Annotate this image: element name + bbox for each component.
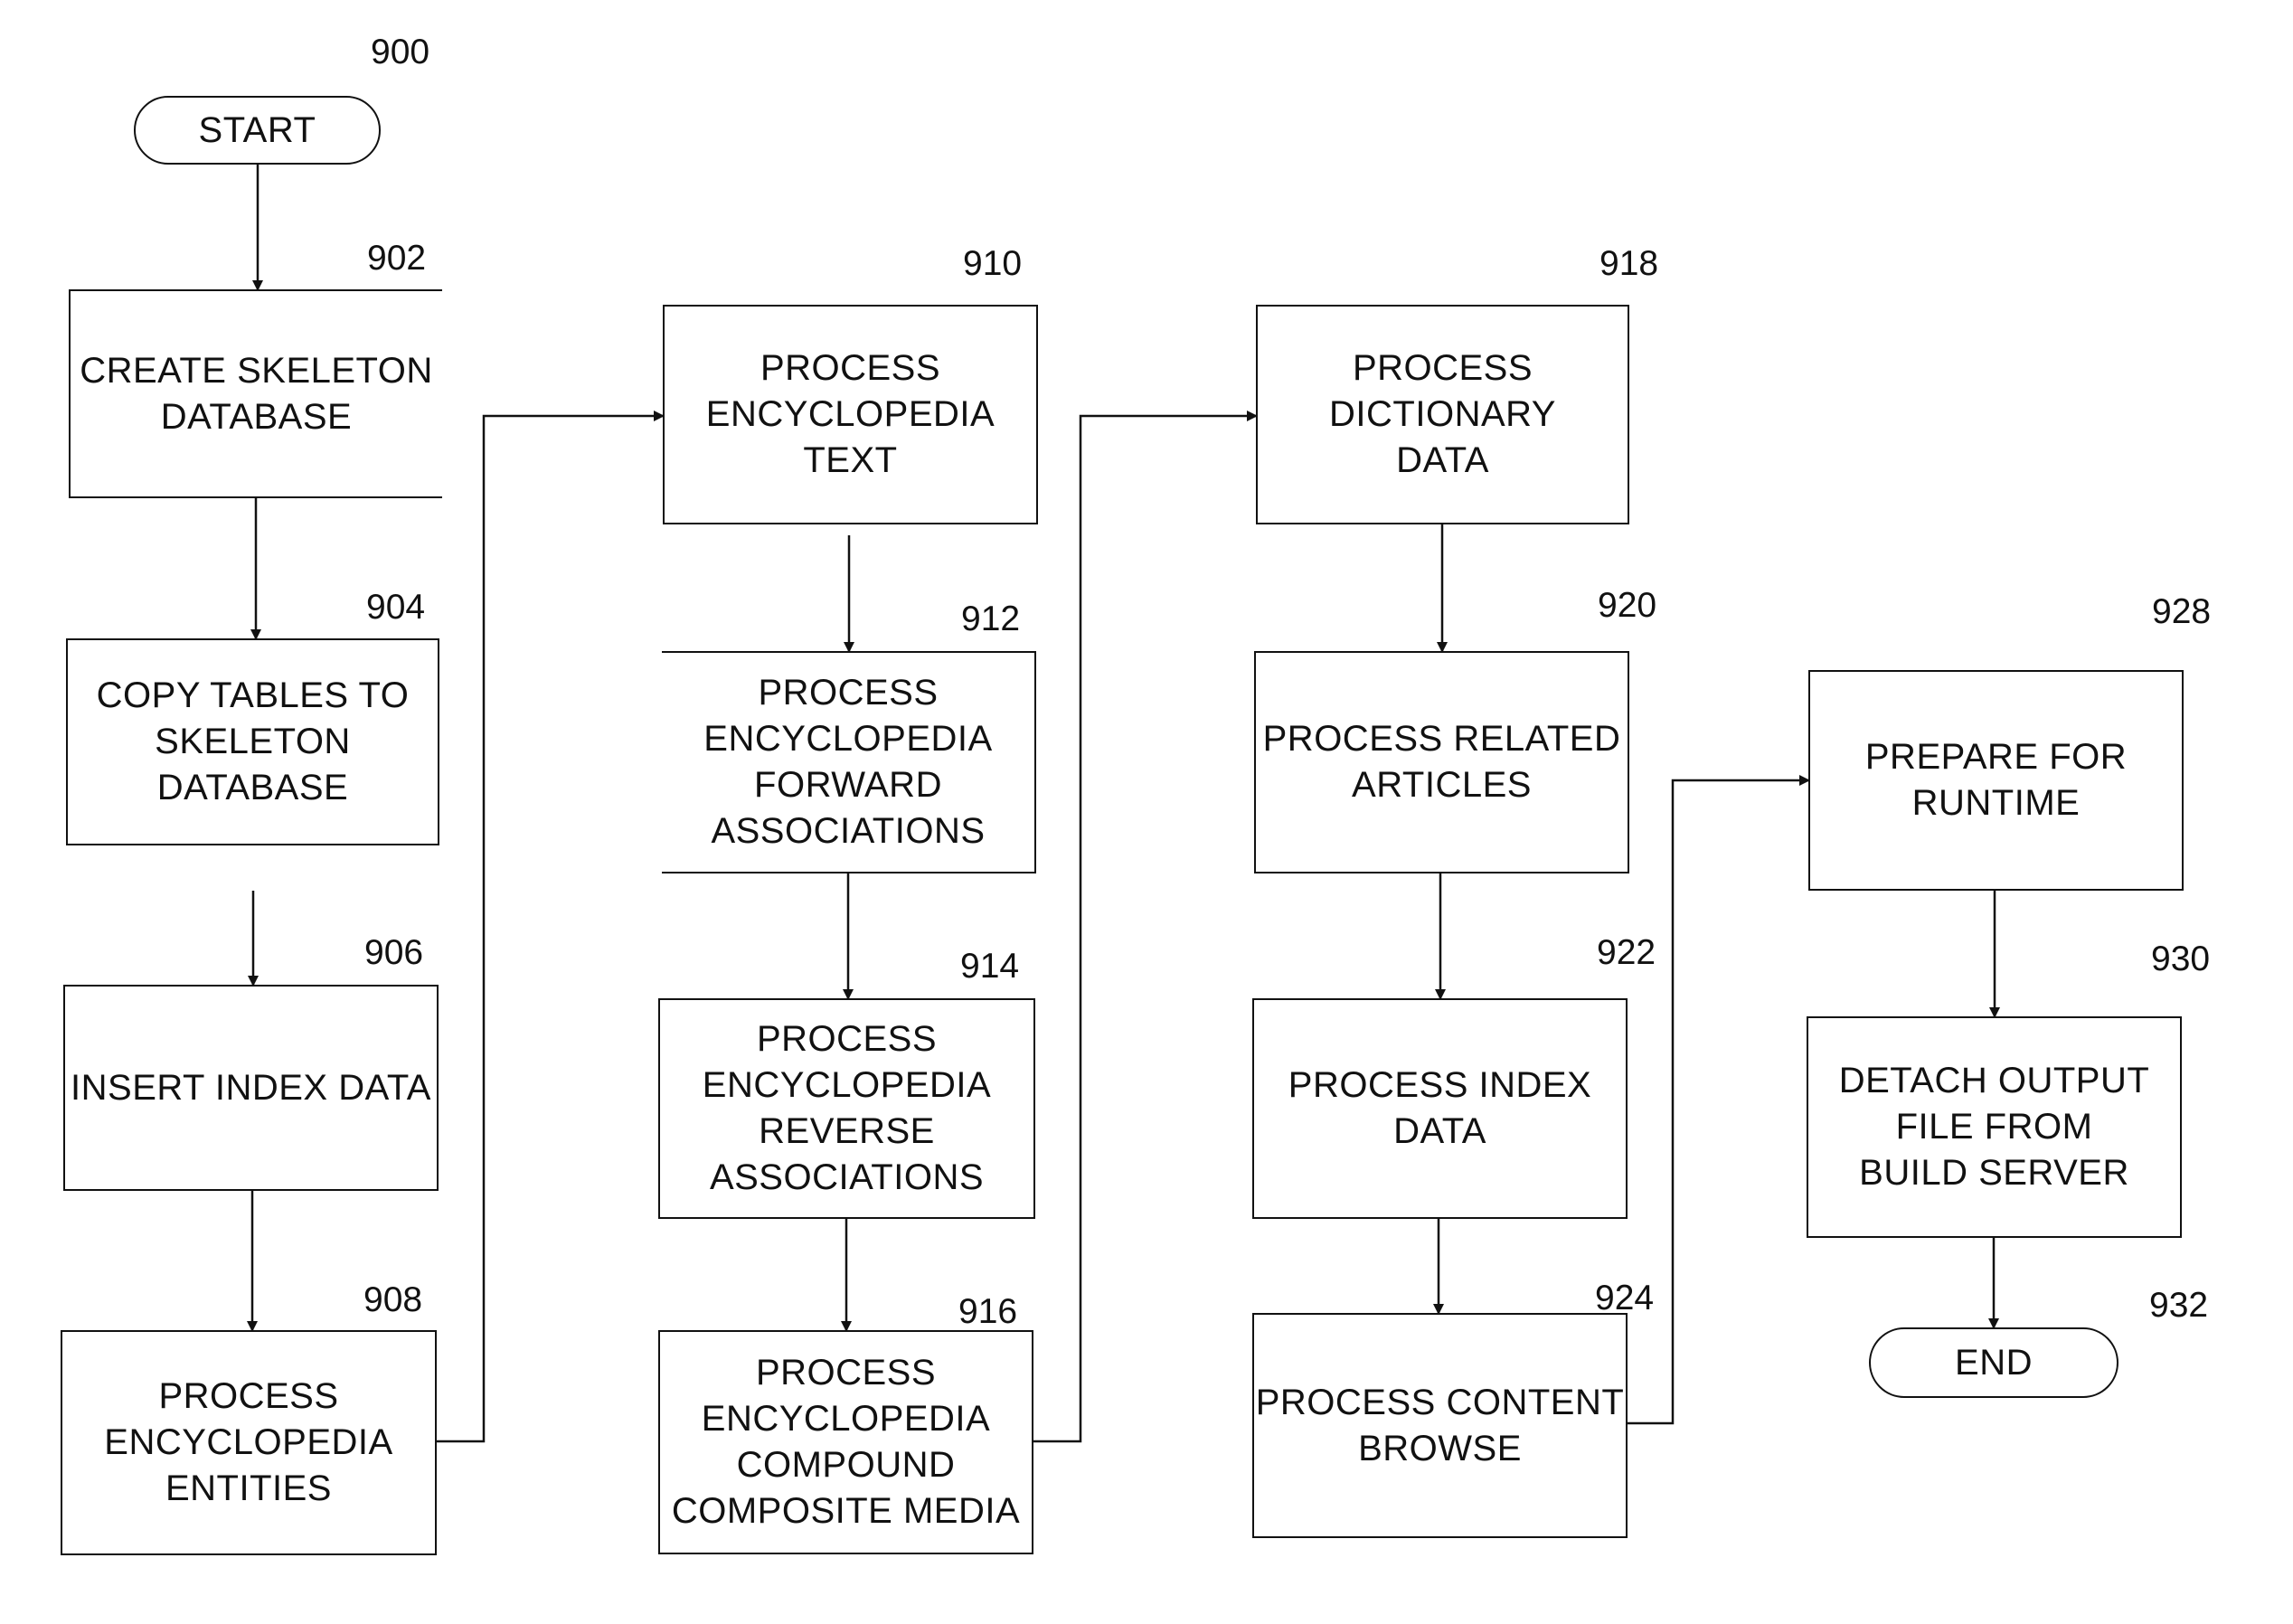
node-label: PROCESS ENCYCLOPEDIA ENTITIES bbox=[104, 1376, 393, 1508]
step-908-process-encyclopedia-entities: PROCESS ENCYCLOPEDIA ENTITIES bbox=[61, 1330, 437, 1555]
ref-900: 900 bbox=[371, 33, 430, 71]
step-930-detach-output-file: DETACH OUTPUT FILE FROM BUILD SERVER bbox=[1807, 1016, 2182, 1238]
step-928-prepare-for-runtime: PREPARE FOR RUNTIME bbox=[1808, 670, 2184, 891]
node-label: PROCESS ENCYCLOPEDIA FORWARD ASSOCIATION… bbox=[703, 673, 993, 851]
ref-918: 918 bbox=[1599, 244, 1659, 283]
step-922-process-index-data: PROCESS INDEX DATA bbox=[1252, 998, 1628, 1219]
node-label: PROCESS ENCYCLOPEDIA TEXT bbox=[705, 348, 996, 480]
node-label: CREATE SKELETON DATABASE bbox=[80, 350, 433, 437]
connector-908-to-910 bbox=[437, 411, 665, 1443]
node-label: PROCESS ENCYCLOPEDIA COMPOUND COMPOSITE … bbox=[671, 1353, 1021, 1531]
step-912-forward-associations: PROCESS ENCYCLOPEDIA FORWARD ASSOCIATION… bbox=[662, 651, 1036, 873]
node-label: END bbox=[1955, 1342, 2033, 1383]
ref-904: 904 bbox=[366, 588, 426, 627]
ref-920: 920 bbox=[1598, 586, 1657, 625]
node-label: COPY TABLES TO SKELETON DATABASE bbox=[96, 675, 410, 807]
ref-922: 922 bbox=[1597, 933, 1656, 972]
node-label: PROCESS RELATED ARTICLES bbox=[1262, 719, 1621, 805]
ref-906: 906 bbox=[364, 933, 424, 972]
start-terminal: START bbox=[134, 96, 381, 165]
connector-924-to-928 bbox=[1628, 775, 1810, 1425]
ref-924: 924 bbox=[1595, 1279, 1655, 1317]
step-906-insert-index-data: INSERT INDEX DATA bbox=[63, 985, 439, 1191]
node-label: DETACH OUTPUT FILE FROM BUILD SERVER bbox=[1838, 1061, 2150, 1193]
ref-930: 930 bbox=[2151, 939, 2211, 978]
flowchart-canvas: START 900 CREATE SKELETON DATABASE 902 C… bbox=[0, 0, 2293, 1624]
connector-916-to-918 bbox=[1033, 411, 1258, 1443]
node-label: PROCESS ENCYCLOPEDIA REVERSE ASSOCIATION… bbox=[702, 1019, 992, 1197]
step-920-process-related-articles: PROCESS RELATED ARTICLES bbox=[1254, 651, 1629, 873]
ref-932: 932 bbox=[2149, 1286, 2209, 1325]
ref-914: 914 bbox=[960, 947, 1020, 986]
step-904-copy-tables: COPY TABLES TO SKELETON DATABASE bbox=[66, 638, 439, 845]
end-terminal: END bbox=[1869, 1327, 2118, 1398]
node-label: INSERT INDEX DATA bbox=[71, 1067, 431, 1108]
step-916-compound-composite-media: PROCESS ENCYCLOPEDIA COMPOUND COMPOSITE … bbox=[658, 1330, 1033, 1554]
ref-912: 912 bbox=[961, 600, 1021, 638]
ref-902: 902 bbox=[367, 239, 427, 278]
ref-928: 928 bbox=[2152, 592, 2212, 631]
ref-908: 908 bbox=[363, 1280, 423, 1319]
step-910-process-encyclopedia-text: PROCESS ENCYCLOPEDIA TEXT bbox=[663, 305, 1038, 524]
node-label: PREPARE FOR RUNTIME bbox=[1864, 737, 2128, 823]
step-918-process-dictionary-data: PROCESS DICTIONARY DATA bbox=[1256, 305, 1629, 524]
node-label: PROCESS INDEX DATA bbox=[1288, 1065, 1592, 1151]
ref-916: 916 bbox=[958, 1292, 1018, 1331]
step-924-process-content-browse: PROCESS CONTENT BROWSE bbox=[1252, 1313, 1628, 1538]
node-label: PROCESS CONTENT BROWSE bbox=[1255, 1382, 1625, 1468]
ref-910: 910 bbox=[963, 244, 1023, 283]
step-914-reverse-associations: PROCESS ENCYCLOPEDIA REVERSE ASSOCIATION… bbox=[658, 998, 1035, 1219]
node-label: START bbox=[198, 109, 316, 150]
step-902-create-skeleton-database: CREATE SKELETON DATABASE bbox=[69, 289, 442, 498]
node-label: PROCESS DICTIONARY DATA bbox=[1329, 348, 1556, 480]
